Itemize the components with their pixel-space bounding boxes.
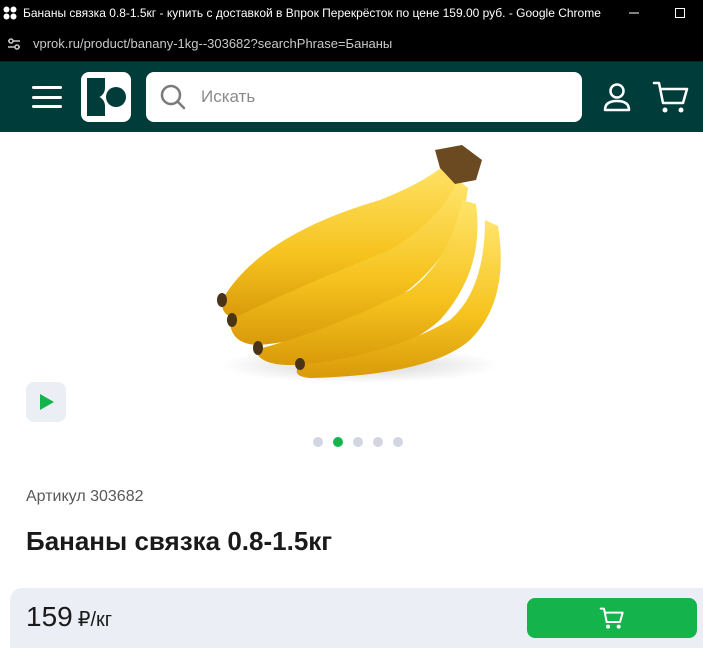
window-titlebar: Бананы связка 0.8-1.5кг - купить с доста… (0, 0, 703, 26)
url-text[interactable]: vprok.ru/product/banany-1kg--303682?sear… (33, 36, 392, 51)
profile-button[interactable] (600, 80, 634, 114)
cart-icon (652, 81, 689, 113)
maximize-button[interactable] (657, 0, 703, 26)
gallery-pagination (313, 437, 403, 447)
gallery-dot-active[interactable] (333, 437, 343, 447)
minimize-button[interactable] (611, 0, 657, 26)
hamburger-icon-line (32, 105, 62, 108)
product-article: Артикул 303682 (26, 488, 144, 505)
gallery-dot[interactable] (313, 437, 323, 447)
address-bar[interactable]: vprok.ru/product/banany-1kg--303682?sear… (0, 26, 703, 62)
price: 159 ₽/кг (26, 601, 112, 633)
site-settings-icon[interactable] (4, 34, 24, 54)
cart-icon (599, 607, 624, 629)
menu-button[interactable] (30, 84, 64, 110)
cart-button[interactable] (652, 79, 690, 115)
site-logo[interactable] (81, 72, 131, 122)
search-input[interactable] (201, 87, 501, 107)
app-logo-icon (3, 6, 17, 20)
user-icon (603, 83, 631, 112)
gallery-dot[interactable] (393, 437, 403, 447)
product-image[interactable] (200, 140, 510, 390)
add-to-cart-button[interactable] (527, 598, 697, 638)
price-unit: ₽/кг (77, 609, 113, 631)
hamburger-icon-line (32, 95, 62, 99)
price-amount: 159 (26, 601, 73, 632)
gallery-dot[interactable] (353, 437, 363, 447)
hamburger-icon-line (32, 86, 62, 89)
product-title: Бананы связка 0.8-1.5кг (26, 526, 333, 556)
window-title: Бананы связка 0.8-1.5кг - купить с доста… (23, 6, 601, 20)
search-box[interactable] (146, 72, 582, 122)
search-icon (160, 84, 186, 110)
play-icon (40, 394, 54, 410)
logo-icon (87, 78, 126, 116)
gallery-dot[interactable] (373, 437, 383, 447)
site-header (0, 62, 703, 132)
video-play-button[interactable] (26, 382, 66, 422)
